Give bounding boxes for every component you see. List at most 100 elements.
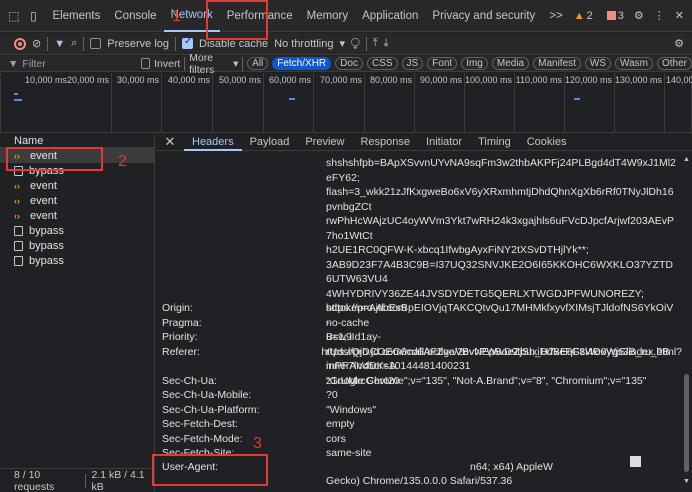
errors-badge[interactable]: 3 xyxy=(606,9,624,22)
request-row[interactable]: ‹› event xyxy=(0,178,154,193)
header-key xyxy=(162,474,326,489)
header-row: Sec-Fetch-Site: same-site xyxy=(162,446,682,461)
tab-initiator[interactable]: Initiator xyxy=(418,134,470,151)
tab-headers[interactable]: Headers xyxy=(184,134,242,151)
timeline-tick: 10,000 ms xyxy=(0,73,67,133)
request-row[interactable]: bypass xyxy=(0,223,154,238)
header-value: "Windows" xyxy=(326,404,377,416)
header-row: Sec-Ch-Ua-Platform: "Windows" xyxy=(162,403,682,418)
divider xyxy=(184,56,186,71)
header-value: empty xyxy=(326,418,355,430)
request-row[interactable]: bypass xyxy=(0,253,154,268)
chip-img[interactable]: Img xyxy=(461,57,488,70)
request-row[interactable]: bypass xyxy=(0,238,154,253)
devtools-tabs-bar: ⬚ ▯ Elements Console Network Performance… xyxy=(0,0,692,32)
preserve-log-checkbox[interactable] xyxy=(90,38,102,49)
disable-cache-checkbox[interactable] xyxy=(182,36,194,49)
tab-console[interactable]: Console xyxy=(107,0,163,32)
filter-toggle-icon[interactable]: ▼ xyxy=(54,38,65,50)
header-value: https://pro.jd.com/mall/active/2evvPWwD9… xyxy=(321,346,682,358)
header-value: same-site xyxy=(326,447,372,459)
tab-performance[interactable]: Performance xyxy=(220,0,300,32)
chip-css[interactable]: CSS xyxy=(366,57,398,70)
request-count: 8 / 10 requests xyxy=(14,468,55,492)
tab-elements[interactable]: Elements xyxy=(45,0,107,32)
tab-preview[interactable]: Preview xyxy=(297,134,352,151)
settings-gear-icon[interactable]: ⚙ xyxy=(634,9,644,22)
chip-wasm[interactable]: Wasm xyxy=(615,57,653,70)
chevron-down-icon[interactable]: ▾ xyxy=(233,58,238,70)
timeline-tick: 80,000 ms xyxy=(370,73,415,133)
network-toolbar: ⊘ ▼ ⌕ Preserve log Disable cache No thro… xyxy=(0,33,692,55)
filter-input[interactable]: ▼ Filter xyxy=(4,57,137,71)
close-icon[interactable]: ✕ xyxy=(675,9,684,22)
tab-timing[interactable]: Timing xyxy=(470,134,519,151)
chip-other[interactable]: Other xyxy=(656,57,692,70)
timeline-tick: 130,000 ms xyxy=(615,73,665,133)
header-value: ?0 xyxy=(326,389,338,401)
network-settings-gear-icon[interactable]: ⚙ xyxy=(674,37,692,50)
cookie-line: shshshfpb=BApXSvvnUYvNA9sqFm3w2thbAKPFj2… xyxy=(326,157,676,184)
header-key: Sec-Ch-Ua: xyxy=(162,375,217,387)
divider xyxy=(175,36,177,51)
scroll-up-icon[interactable]: ▲ xyxy=(683,156,690,163)
chevron-down-icon[interactable]: ▾ xyxy=(339,37,345,50)
scrollbar-thumb[interactable] xyxy=(684,374,689,472)
clear-icon[interactable]: ⊘ xyxy=(32,37,41,50)
tab-application[interactable]: Application xyxy=(355,0,425,32)
header-value: cors xyxy=(326,433,346,445)
warnings-badge[interactable]: ▲ 2 xyxy=(574,10,593,22)
request-name: event xyxy=(30,149,57,162)
more-filters-dropdown[interactable]: More filters xyxy=(189,52,229,76)
chip-js[interactable]: JS xyxy=(401,57,424,70)
copy-icon[interactable] xyxy=(630,456,641,467)
tab-payload[interactable]: Payload xyxy=(242,134,298,151)
tab-memory[interactable]: Memory xyxy=(300,0,356,32)
header-key: User-Agent: xyxy=(162,461,219,473)
header-value: https://pro.jd.com xyxy=(326,302,407,314)
timeline-tick: 60,000 ms xyxy=(269,73,314,133)
network-conditions-icon[interactable]: ⧬ xyxy=(351,37,360,50)
chip-fetch-xhr[interactable]: Fetch/XHR xyxy=(272,57,332,70)
tab-response[interactable]: Response xyxy=(352,134,418,151)
invert-checkbox[interactable] xyxy=(141,58,151,69)
request-row[interactable]: bypass xyxy=(0,163,154,178)
export-har-icon[interactable]: ⤓ xyxy=(384,37,389,50)
request-row[interactable]: ‹› event xyxy=(0,208,154,223)
device-toggle-icon[interactable]: ▯ xyxy=(28,8,40,24)
timeline-overview[interactable]: 10,000 ms 20,000 ms 30,000 ms 40,000 ms … xyxy=(0,73,692,133)
divider xyxy=(84,473,86,488)
chip-manifest[interactable]: Manifest xyxy=(533,57,581,70)
chip-font[interactable]: Font xyxy=(427,57,458,70)
chip-ws[interactable]: WS xyxy=(584,57,612,70)
more-menu-icon[interactable]: ⋮ xyxy=(654,9,665,22)
request-name: bypass xyxy=(29,239,64,252)
header-key: Pragma: xyxy=(162,317,202,329)
request-name: bypass xyxy=(29,224,64,237)
inspect-element-icon[interactable]: ⬚ xyxy=(8,8,20,24)
tab-privacy-security[interactable]: Privacy and security xyxy=(425,0,542,32)
tab-cookies[interactable]: Cookies xyxy=(519,134,575,151)
request-details-pane: ✕ Headers Payload Preview Response Initi… xyxy=(156,134,692,492)
chip-all[interactable]: All xyxy=(247,57,269,70)
annotation-number: 2 xyxy=(118,153,127,170)
fetch-icon: ‹› xyxy=(14,180,20,191)
name-column-header[interactable]: Name xyxy=(0,134,154,148)
request-row[interactable]: ‹› event xyxy=(0,148,154,163)
errors-count: 3 xyxy=(617,9,624,22)
close-icon[interactable]: ✕ xyxy=(156,134,184,150)
more-tabs-button[interactable]: >> xyxy=(542,0,569,32)
detail-tabs: ✕ Headers Payload Preview Response Initi… xyxy=(156,134,692,151)
request-row[interactable]: ‹› event xyxy=(0,193,154,208)
throttling-select[interactable]: No throttling xyxy=(274,38,333,50)
cookie-line: flash=3_wkk21zJfKxgweBo6xV6yXRxmhmtjDhdQ… xyxy=(326,186,674,213)
scroll-down-icon[interactable]: ▼ xyxy=(683,478,690,485)
chip-media[interactable]: Media xyxy=(491,57,530,70)
warnings-count: 2 xyxy=(586,9,593,22)
timeline-tick: 30,000 ms xyxy=(117,73,162,133)
record-icon[interactable] xyxy=(14,37,26,50)
import-har-icon[interactable]: ⤒ xyxy=(373,37,378,50)
search-icon[interactable]: ⌕ xyxy=(71,37,77,50)
header-key: Sec-Ch-Ua-Platform: xyxy=(162,404,260,416)
chip-doc[interactable]: Doc xyxy=(335,57,363,70)
